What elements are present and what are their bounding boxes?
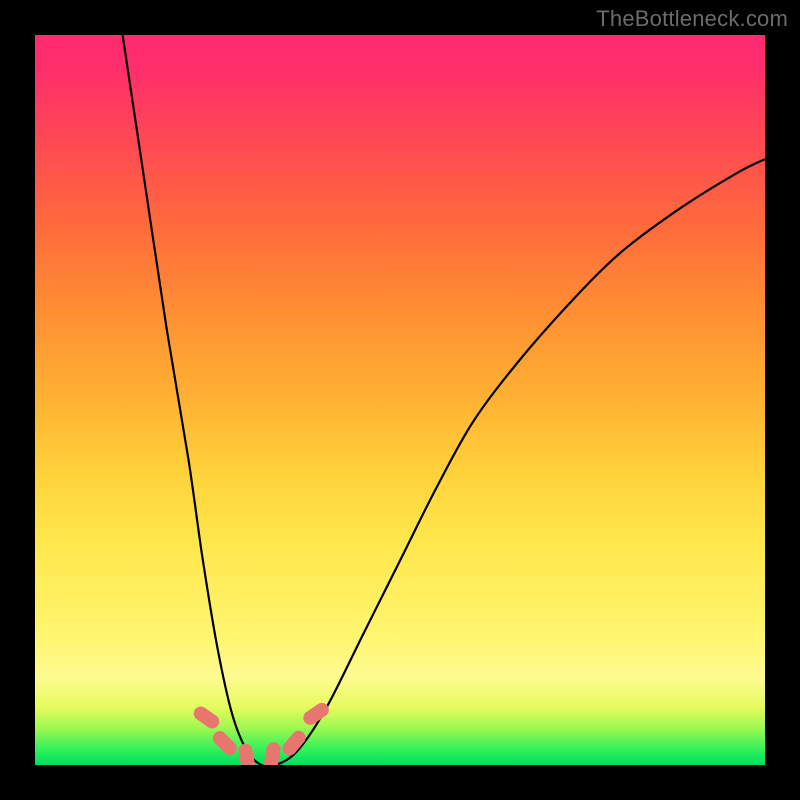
bottleneck-curve xyxy=(123,35,765,765)
curve-marker xyxy=(263,741,282,765)
plot-area xyxy=(35,35,765,765)
chart-frame: TheBottleneck.com xyxy=(0,0,800,800)
curve-marker xyxy=(191,704,222,732)
curve-marker xyxy=(210,728,240,758)
watermark-text: TheBottleneck.com xyxy=(596,6,788,32)
curve-marker xyxy=(237,743,256,765)
curve-svg xyxy=(35,35,765,765)
bottleneck-curve-path xyxy=(123,35,765,765)
